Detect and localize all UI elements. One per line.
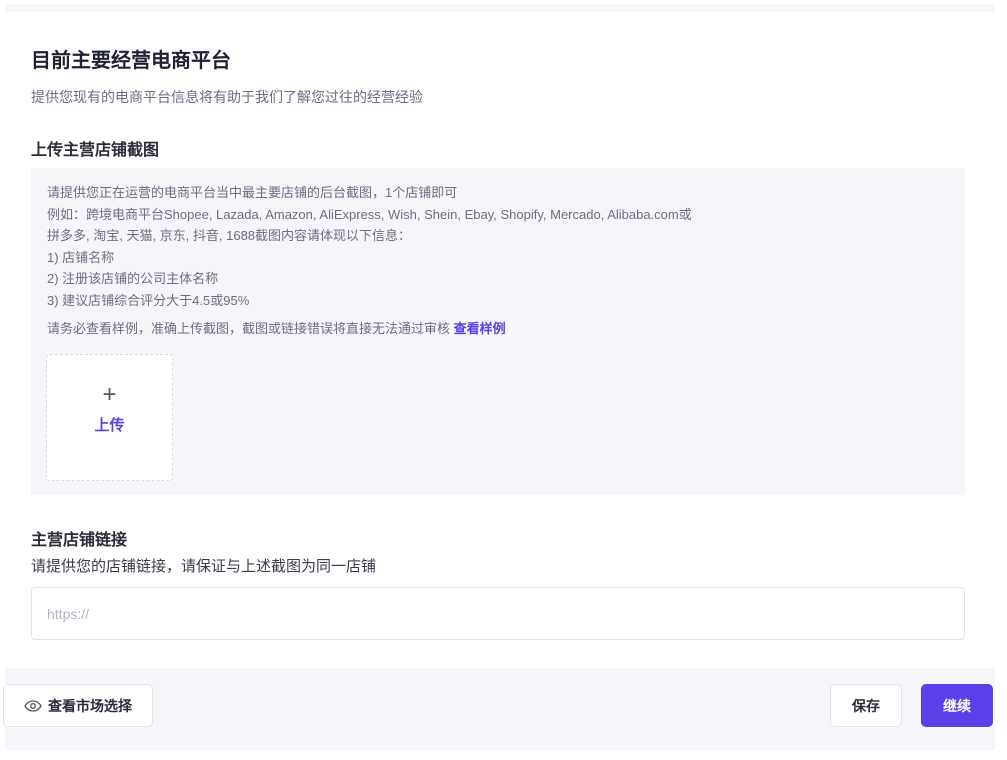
- page-subtitle: 提供您现有的电商平台信息将有助于我们了解您过往的经营经验: [31, 89, 423, 105]
- page-title: 目前主要经营电商平台: [31, 50, 231, 72]
- instruction-line: 3) 建议店铺综合评分大于4.5或95%: [47, 292, 250, 308]
- continue-button[interactable]: 继续: [921, 684, 993, 727]
- instruction-note: 请务必查看样例，准确上传截图，截图或链接错误将直接无法通过审核 查看样例: [47, 318, 949, 340]
- instruction-line: 2) 注册该店铺的公司主体名称: [47, 271, 219, 286]
- note-text: 请务必查看样例，准确上传截图，截图或链接错误将直接无法通过审核: [47, 321, 454, 336]
- view-market-label: 查看市场选择: [48, 697, 132, 714]
- upload-button[interactable]: + 上传: [46, 354, 173, 481]
- store-link-subtitle: 请提供您的店铺链接，请保证与上述截图为同一店铺: [31, 558, 377, 575]
- save-button[interactable]: 保存: [830, 684, 902, 727]
- screenshot-instructions: 请提供您正在运营的电商平台当中最主要店铺的后台截图，1个店铺即可 例如：跨境电商…: [31, 168, 965, 495]
- instruction-line: 1) 店铺名称: [47, 249, 115, 265]
- plus-icon: +: [102, 381, 117, 408]
- view-market-button[interactable]: 查看市场选择: [3, 684, 153, 727]
- store-link-title: 主营店铺链接: [31, 532, 128, 549]
- instruction-line: 拼多多, 淘宝, 天猫, 京东, 抖音, 1688截图内容请体现以下信息：: [47, 228, 412, 243]
- instruction-line: 例如：跨境电商平台Shopee, Lazada, Amazon, AliExpr…: [47, 206, 692, 222]
- screenshot-section-title: 上传主营店铺截图: [31, 142, 160, 159]
- instruction-line: 请提供您正在运营的电商平台当中最主要店铺的后台截图，1个店铺即可: [47, 185, 458, 200]
- eye-icon: [24, 699, 42, 712]
- upload-label: 上传: [94, 417, 125, 434]
- store-link-input[interactable]: [31, 587, 965, 640]
- view-example-link[interactable]: 查看样例: [454, 321, 506, 336]
